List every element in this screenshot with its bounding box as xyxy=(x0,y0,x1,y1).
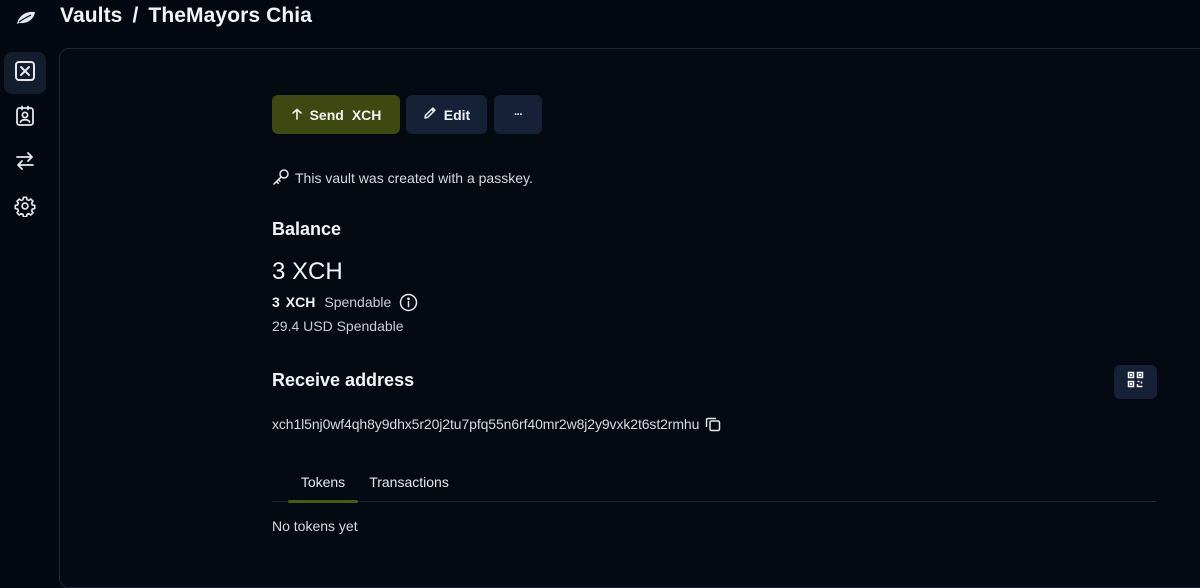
arrow-up-icon xyxy=(291,107,303,123)
spendable-line: 3 XCH Spendable xyxy=(272,292,418,312)
pencil-icon xyxy=(423,106,437,123)
vault-x-icon xyxy=(14,60,36,87)
sidebar-item-transfer[interactable] xyxy=(4,142,46,184)
qr-code-icon xyxy=(1127,371,1144,393)
sidebar xyxy=(0,48,58,556)
tab-bar: Tokens Transactions xyxy=(272,462,1156,503)
receive-address-heading: Receive address xyxy=(272,370,415,390)
send-unit: XCH xyxy=(351,106,382,123)
passkey-note-text: This vault was created with a passkey. xyxy=(295,170,533,186)
sidebar-item-settings[interactable] xyxy=(4,187,46,229)
sidebar-item-contacts[interactable] xyxy=(4,97,46,139)
spendable-unit: XCH xyxy=(285,294,316,310)
info-icon[interactable] xyxy=(399,293,418,312)
copy-icon[interactable] xyxy=(705,416,721,432)
tokens-empty-message: No tokens yet xyxy=(272,518,358,534)
breadcrumb-separator: / xyxy=(132,4,139,27)
key-icon xyxy=(272,168,290,189)
receive-address-text[interactable]: xch1l5nj0wf4qh8y9dhx5r20j2tu7pfq55n6rf40… xyxy=(272,416,699,432)
more-options-button[interactable]: ··· xyxy=(494,95,542,134)
balance-heading: Balance xyxy=(272,219,342,239)
balance-total: 3 XCH xyxy=(272,258,343,285)
breadcrumb-vaults-link[interactable]: Vaults xyxy=(60,4,122,28)
passkey-note: This vault was created with a passkey. xyxy=(272,168,533,188)
spendable-amount: 3 xyxy=(272,294,280,310)
gear-icon xyxy=(14,195,36,222)
edit-label: Edit xyxy=(443,106,471,123)
send-label: Send xyxy=(309,106,344,123)
sidebar-item-vaults[interactable] xyxy=(4,52,46,94)
more-dots-icon: ··· xyxy=(514,108,523,121)
usd-spendable: 29.4 USD Spendable xyxy=(272,318,404,334)
tab-tokens[interactable]: Tokens xyxy=(288,462,358,503)
receive-address-row: xch1l5nj0wf4qh8y9dhx5r20j2tu7pfq55n6rf40… xyxy=(272,414,721,434)
spendable-label: Spendable xyxy=(324,294,392,310)
tab-transactions[interactable]: Transactions xyxy=(369,462,449,502)
contacts-icon xyxy=(14,105,36,132)
send-button[interactable]: Send XCH xyxy=(272,95,400,134)
edit-button[interactable]: Edit xyxy=(406,95,487,134)
qr-code-button[interactable] xyxy=(1114,365,1157,399)
leaf-logo-icon[interactable] xyxy=(14,8,38,28)
vault-content: Send XCH Edit ··· This vault was created… xyxy=(272,0,1157,556)
swap-arrows-icon xyxy=(14,150,36,177)
